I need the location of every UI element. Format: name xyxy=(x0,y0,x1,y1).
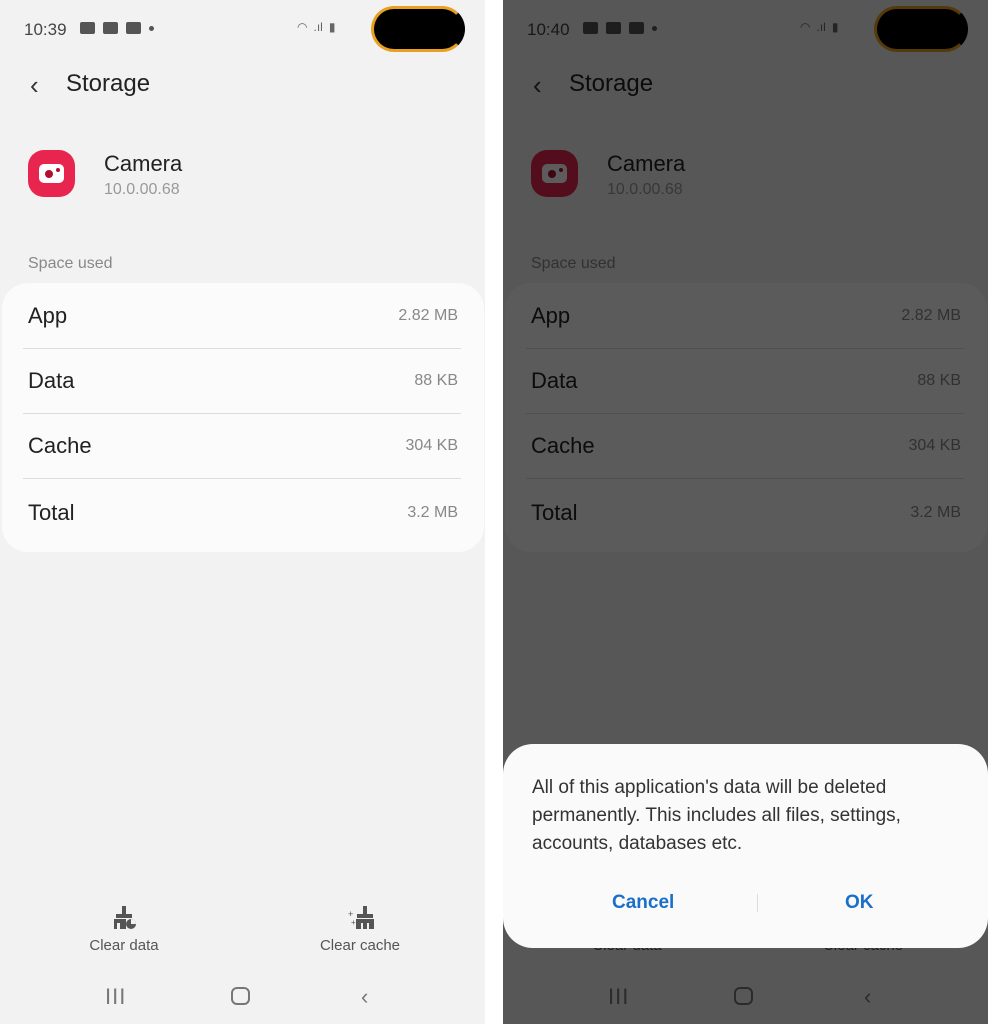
cancel-button[interactable]: Cancel xyxy=(612,892,674,914)
row-label: App xyxy=(28,302,68,328)
storage-screen-with-dialog: 10:40 ◠ .ıl ▮ ‹ Storage Camera 10.0.00.6… xyxy=(503,0,988,1024)
storage-screen: 10:39 ◠ .ıl ▮ ‹ Storage Camera 10.0.00.6… xyxy=(0,0,485,1024)
row-value: 2.82 MB xyxy=(398,306,458,324)
dialog-message: All of this application's data will be d… xyxy=(532,777,901,854)
space-used-card: App 2.82 MB Data 88 KB Cache 304 KB Total 3.… xyxy=(2,283,484,552)
chevron-left-icon: ‹ xyxy=(30,70,39,100)
row-cache: Cache 304 KB xyxy=(23,413,461,479)
row-value: 304 KB xyxy=(405,436,458,454)
button-divider xyxy=(757,894,758,912)
clear-cache-icon: ++ xyxy=(347,905,374,931)
app-name: Camera xyxy=(104,151,183,176)
camera-cutout-redaction xyxy=(371,6,465,52)
section-header-space-used: Space used xyxy=(28,255,113,272)
notification-icon-3 xyxy=(126,22,141,34)
status-time: 10:39 xyxy=(24,20,67,39)
row-data: Data 88 KB xyxy=(23,348,461,414)
app-version: 10.0.00.68 xyxy=(104,181,180,198)
ok-button[interactable]: OK xyxy=(845,892,874,914)
recent-apps-button[interactable]: III xyxy=(105,984,126,1010)
row-app: App 2.82 MB xyxy=(23,283,461,349)
signal-icon: .ıl xyxy=(313,20,323,34)
clear-data-button[interactable]: Clear data xyxy=(44,905,204,954)
row-label: Total xyxy=(28,500,75,525)
system-status-icons: ◠ .ıl ▮ xyxy=(297,20,335,34)
row-value: 88 KB xyxy=(414,371,458,389)
clear-data-dialog: All of this application's data will be d… xyxy=(503,744,988,948)
row-value: 3.2 MB xyxy=(407,504,458,521)
notification-icon-2 xyxy=(103,22,118,34)
more-notifications-dot-icon xyxy=(149,25,154,31)
clear-cache-label: Clear cache xyxy=(319,937,401,954)
clear-cache-button[interactable]: ++ Clear cache xyxy=(280,905,440,954)
notification-icons xyxy=(80,22,154,34)
notification-icon-1 xyxy=(80,22,95,34)
row-total: Total 3.2 MB xyxy=(23,480,461,546)
clear-data-icon xyxy=(111,905,137,931)
page-title: Storage xyxy=(66,70,151,97)
clear-data-label: Clear data xyxy=(89,937,159,954)
camera-app-icon xyxy=(28,150,75,197)
wifi-icon: ◠ xyxy=(297,20,308,34)
row-label: Data xyxy=(28,367,75,393)
battery-charging-icon: ▮ xyxy=(328,20,336,34)
svg-text:+: + xyxy=(351,918,356,927)
row-label: Cache xyxy=(28,432,92,458)
nav-back-button[interactable]: ‹ xyxy=(361,984,368,1010)
home-button[interactable] xyxy=(231,987,250,1005)
back-button[interactable]: ‹ xyxy=(30,70,39,101)
